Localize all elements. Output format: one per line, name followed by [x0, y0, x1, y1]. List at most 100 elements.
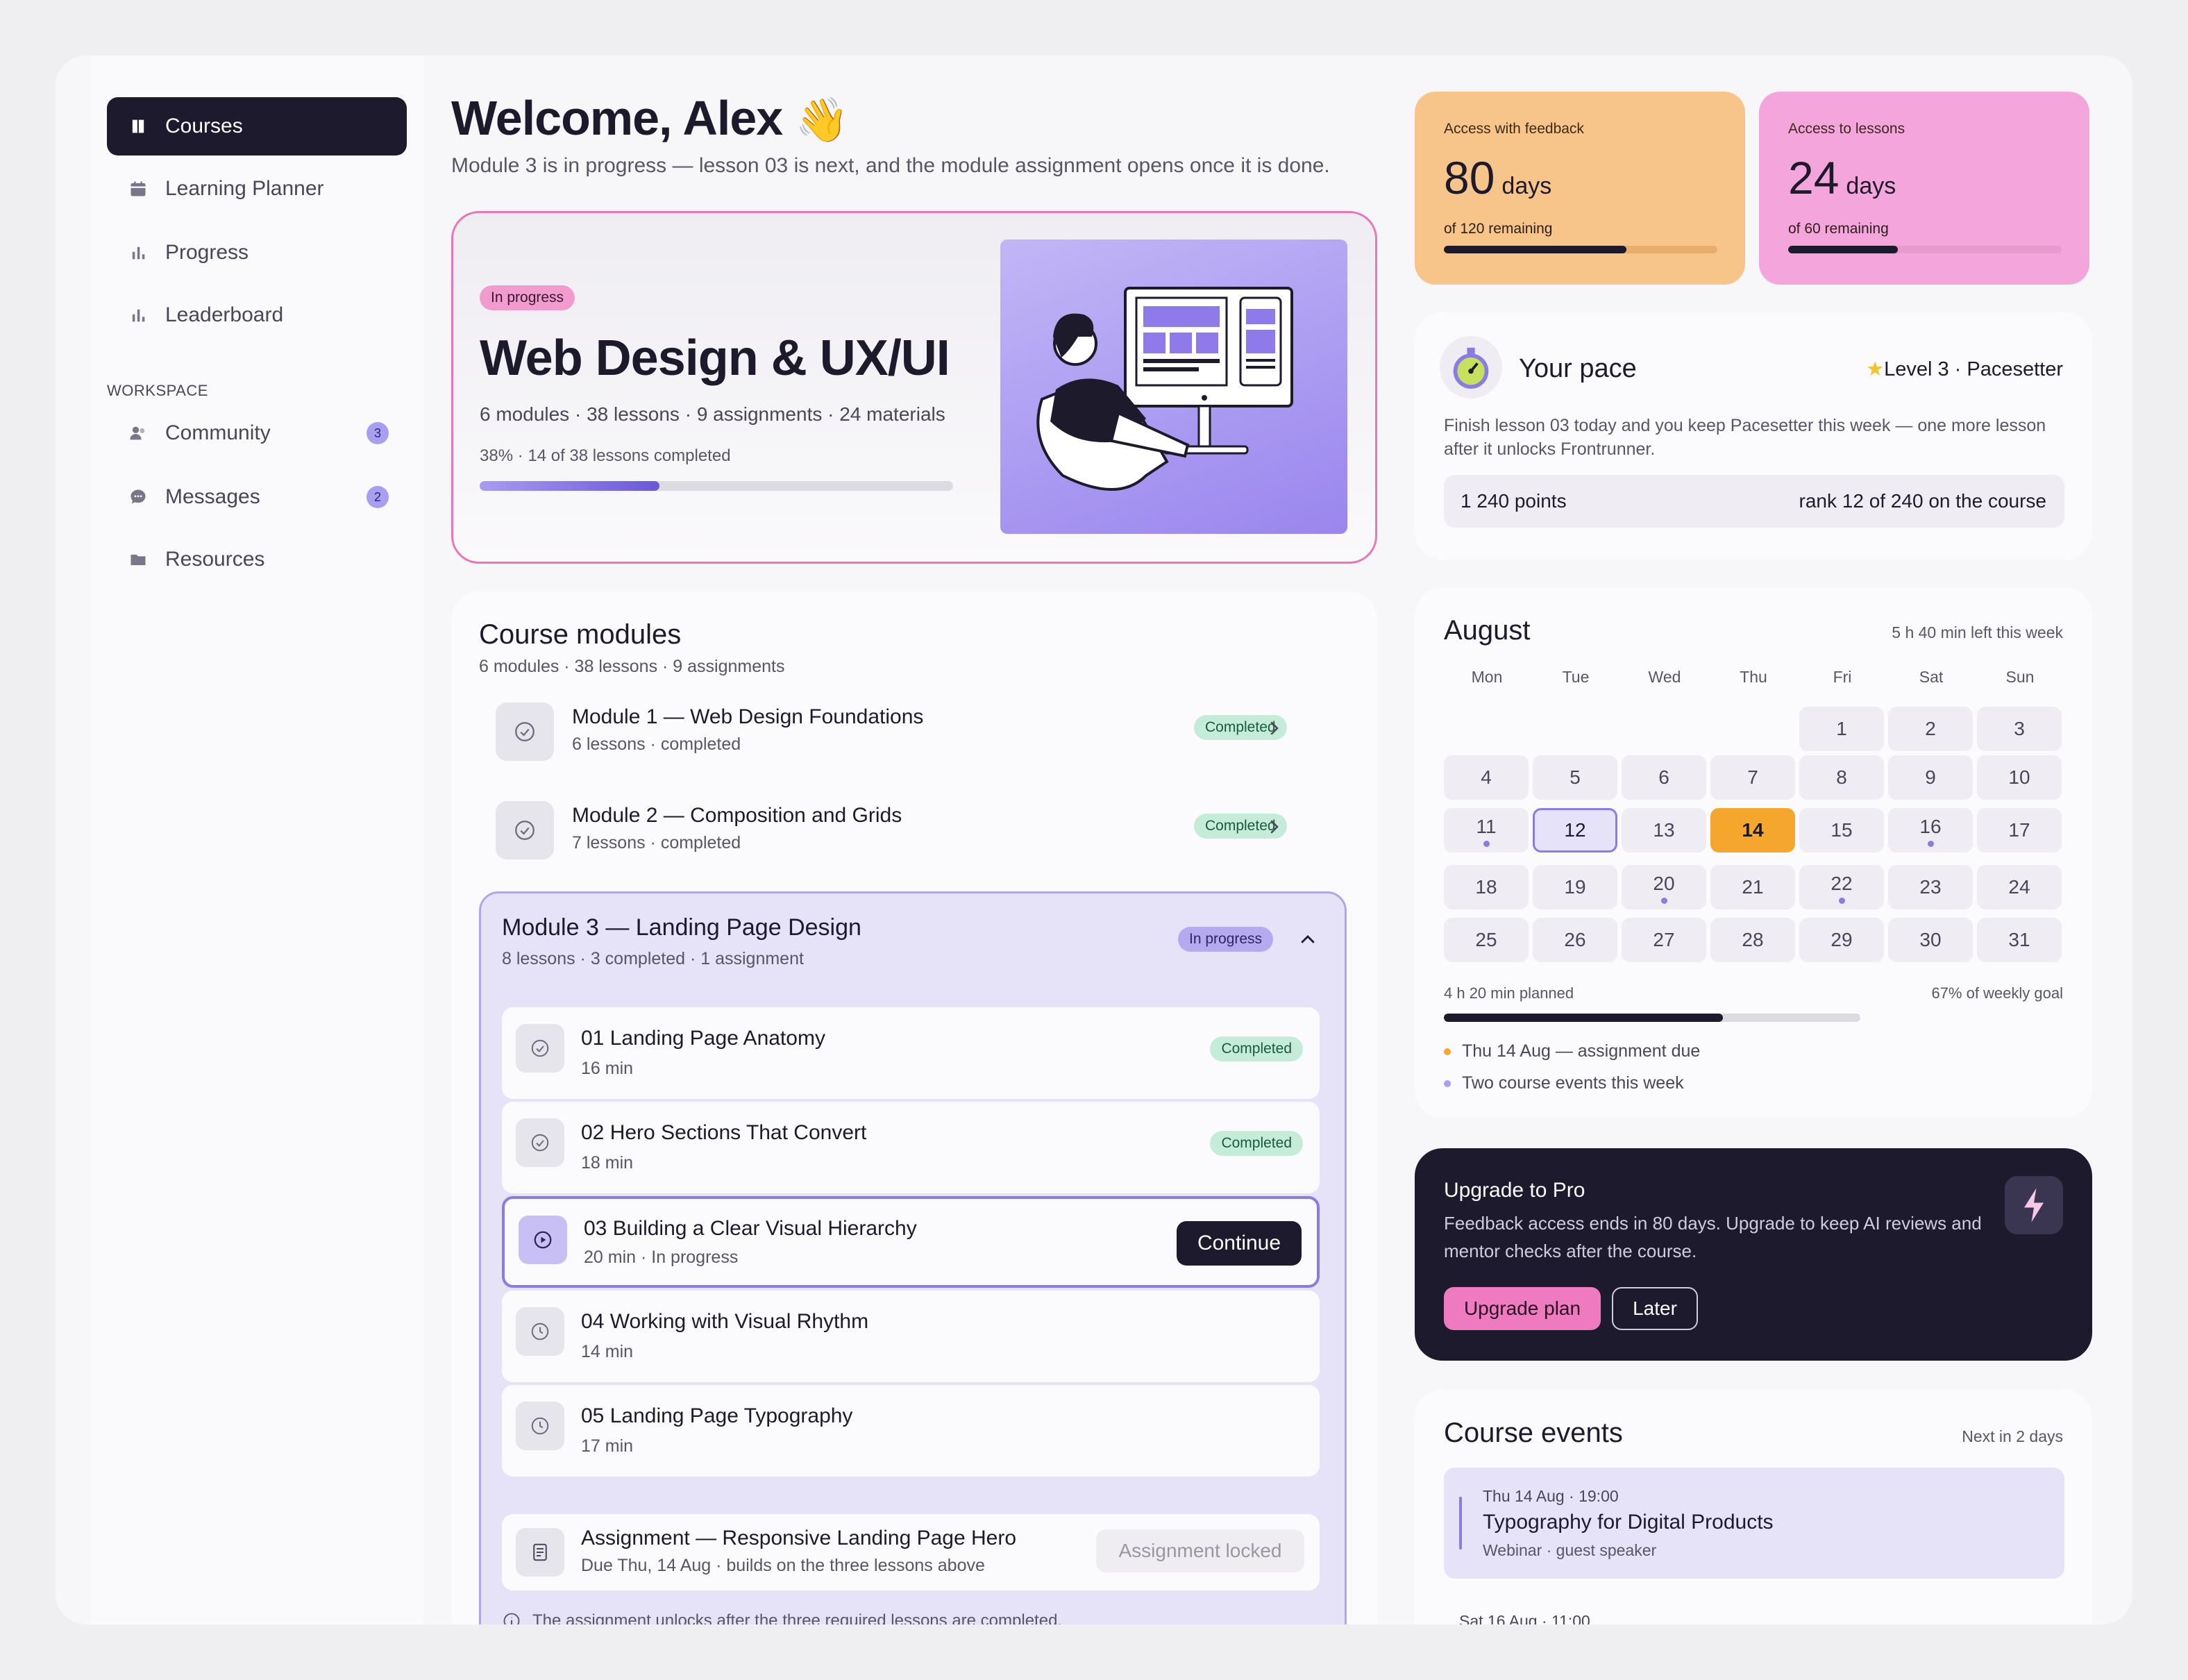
check-circle-icon — [496, 703, 554, 761]
calendar-day[interactable]: 23 — [1888, 865, 1973, 909]
calendar-day[interactable]: 28 — [1710, 918, 1795, 962]
calendar-day[interactable]: 26 — [1533, 918, 1617, 962]
course-title: Web Design & UX/UI — [480, 330, 950, 386]
status-badge: Completed — [1210, 1036, 1303, 1061]
access-days-value: 24 days — [1788, 151, 1896, 204]
calendar-day[interactable]: 27 — [1622, 918, 1706, 962]
calendar-day[interactable]: 20 — [1622, 865, 1706, 909]
calendar-day[interactable]: 17 — [1977, 808, 2062, 852]
events-title: Course events — [1444, 1418, 1623, 1448]
access-progress-bar — [1788, 246, 2062, 253]
sidebar-item-leaderboard[interactable]: Leaderboard — [107, 286, 407, 344]
sidebar-item-label: Courses — [165, 115, 243, 137]
lesson-title: 03 Building a Clear Visual Hierarchy — [584, 1217, 917, 1240]
calendar-day[interactable]: 14 — [1710, 808, 1795, 852]
calendar-day[interactable]: 3 — [1977, 707, 2062, 751]
legend-text: Two course events this week — [1462, 1073, 1684, 1093]
lesson-duration: 14 min — [581, 1342, 634, 1361]
wave-emoji: 👋 — [795, 96, 849, 144]
sidebar-item-messages[interactable]: Messages 2 — [107, 468, 407, 526]
event-dot-icon — [1661, 898, 1667, 904]
app-frame: Courses Learning Planner Progress Leader… — [56, 56, 2132, 1624]
calendar-day[interactable]: 8 — [1799, 755, 1884, 800]
calendar-day[interactable]: 19 — [1533, 865, 1617, 909]
info-icon — [503, 1613, 520, 1624]
sidebar-item-resources[interactable]: Resources — [107, 530, 407, 589]
calendar-day[interactable]: 12 — [1533, 808, 1617, 852]
sidebar-item-label: Progress — [165, 241, 249, 264]
course-progress-fill — [480, 481, 660, 491]
calendar-month: August — [1444, 615, 1531, 646]
event-item[interactable]: Thu 14 Aug · 19:00 Typography for Digita… — [1444, 1468, 2064, 1579]
stopwatch-icon — [1440, 336, 1502, 398]
weekday-header: Tue — [1562, 668, 1590, 686]
module-row-1[interactable]: Module 1 — Web Design Foundations 6 less… — [468, 693, 1301, 769]
chevron-right-icon[interactable] — [1263, 718, 1284, 739]
lightning-icon — [2005, 1176, 2063, 1234]
modules-subtitle: 6 modules · 38 lessons · 9 assignments — [479, 657, 785, 676]
document-icon — [516, 1528, 564, 1577]
calendar-day[interactable]: 22 — [1799, 865, 1884, 909]
clock-icon — [516, 1307, 564, 1356]
current-course-card[interactable]: In progress Web Design & UX/UI 6 modules… — [451, 211, 1377, 564]
access-progress-bar — [1444, 246, 1717, 253]
book-icon — [128, 116, 149, 137]
calendar-day[interactable]: 9 — [1888, 755, 1973, 800]
designer-at-computer-illustration — [1036, 287, 1293, 491]
calendar-day[interactable]: 30 — [1888, 918, 1973, 962]
upgrade-plan-button[interactable]: Upgrade plan — [1444, 1287, 1601, 1330]
calendar-day[interactable]: 31 — [1977, 918, 2062, 962]
planned-time: 4 h 20 min planned — [1444, 984, 1574, 1002]
play-circle-icon — [519, 1216, 567, 1264]
sidebar-item-courses[interactable]: Courses — [107, 97, 407, 156]
sidebar-item-community[interactable]: Community 3 — [107, 404, 407, 462]
later-button[interactable]: Later — [1612, 1287, 1698, 1330]
sidebar-item-label: Community — [165, 421, 271, 444]
continue-button[interactable]: Continue — [1177, 1221, 1302, 1266]
page-subtitle: Module 3 is in progress — lesson 03 is n… — [451, 154, 1330, 177]
calendar-day[interactable]: 29 — [1799, 918, 1884, 962]
status-badge: Completed — [1210, 1131, 1303, 1156]
sidebar-item-label: Resources — [165, 548, 265, 571]
assignment-note-text: The assignment unlocks after the three r… — [532, 1611, 1063, 1624]
course-events-card: Course events Next in 2 days Thu 14 Aug … — [1415, 1390, 2092, 1624]
calendar-day[interactable]: 13 — [1622, 808, 1706, 852]
calendar-day[interactable]: 18 — [1444, 865, 1529, 909]
calendar-day[interactable]: 15 — [1799, 808, 1884, 852]
lesson-title: 05 Landing Page Typography — [581, 1404, 853, 1427]
calendar-day[interactable]: 2 — [1888, 707, 1973, 751]
days-number: 80 — [1444, 152, 1495, 203]
lesson-row-01[interactable]: 01 Landing Page Anatomy 16 min Completed — [502, 1007, 1320, 1099]
calendar-day[interactable]: 24 — [1977, 865, 2062, 909]
calendar-day[interactable]: 21 — [1710, 865, 1795, 909]
calendar-day[interactable]: 5 — [1533, 755, 1617, 800]
events-next: Next in 2 days — [1962, 1427, 2063, 1445]
lesson-row-05[interactable]: 05 Landing Page Typography 17 min — [502, 1385, 1320, 1477]
lesson-row-03-current[interactable]: 03 Building a Clear Visual Hierarchy 20 … — [502, 1196, 1320, 1288]
modules-title: Course modules — [479, 619, 682, 650]
purple-dot-icon — [1444, 1080, 1451, 1088]
course-modules-card: Course modules 6 modules · 38 lessons · … — [451, 591, 1377, 1624]
calendar-day[interactable]: 11 — [1444, 808, 1529, 852]
lesson-row-04[interactable]: 04 Working with Visual Rhythm 14 min — [502, 1291, 1320, 1382]
chevron-up-icon[interactable] — [1297, 930, 1318, 950]
pace-stats: 1 240 points rank 12 of 240 on the cours… — [1444, 475, 2064, 528]
calendar-day[interactable]: 10 — [1977, 755, 2062, 800]
welcome-text: Welcome, Alex — [451, 91, 783, 145]
calendar-day[interactable]: 6 — [1622, 755, 1706, 800]
lesson-duration: 17 min — [581, 1436, 634, 1456]
access-label: Access to lessons — [1788, 121, 1905, 137]
course-progress-bar — [480, 481, 953, 491]
calendar-day[interactable]: 1 — [1799, 707, 1884, 751]
weekday-header: Sat — [1919, 668, 1944, 686]
sidebar-item-learning-planner[interactable]: Learning Planner — [107, 160, 407, 218]
lesson-row-02[interactable]: 02 Hero Sections That Convert 18 min Com… — [502, 1102, 1320, 1193]
calendar-day[interactable]: 25 — [1444, 918, 1529, 962]
calendar-day[interactable]: 4 — [1444, 755, 1529, 800]
calendar-day[interactable]: 16 — [1888, 808, 1973, 852]
sidebar-item-label: Learning Planner — [165, 177, 324, 200]
module-row-2[interactable]: Module 2 — Composition and Grids 7 lesso… — [468, 791, 1301, 868]
sidebar-item-progress[interactable]: Progress — [107, 224, 407, 282]
calendar-day[interactable]: 7 — [1710, 755, 1795, 800]
chevron-right-icon[interactable] — [1263, 816, 1284, 837]
